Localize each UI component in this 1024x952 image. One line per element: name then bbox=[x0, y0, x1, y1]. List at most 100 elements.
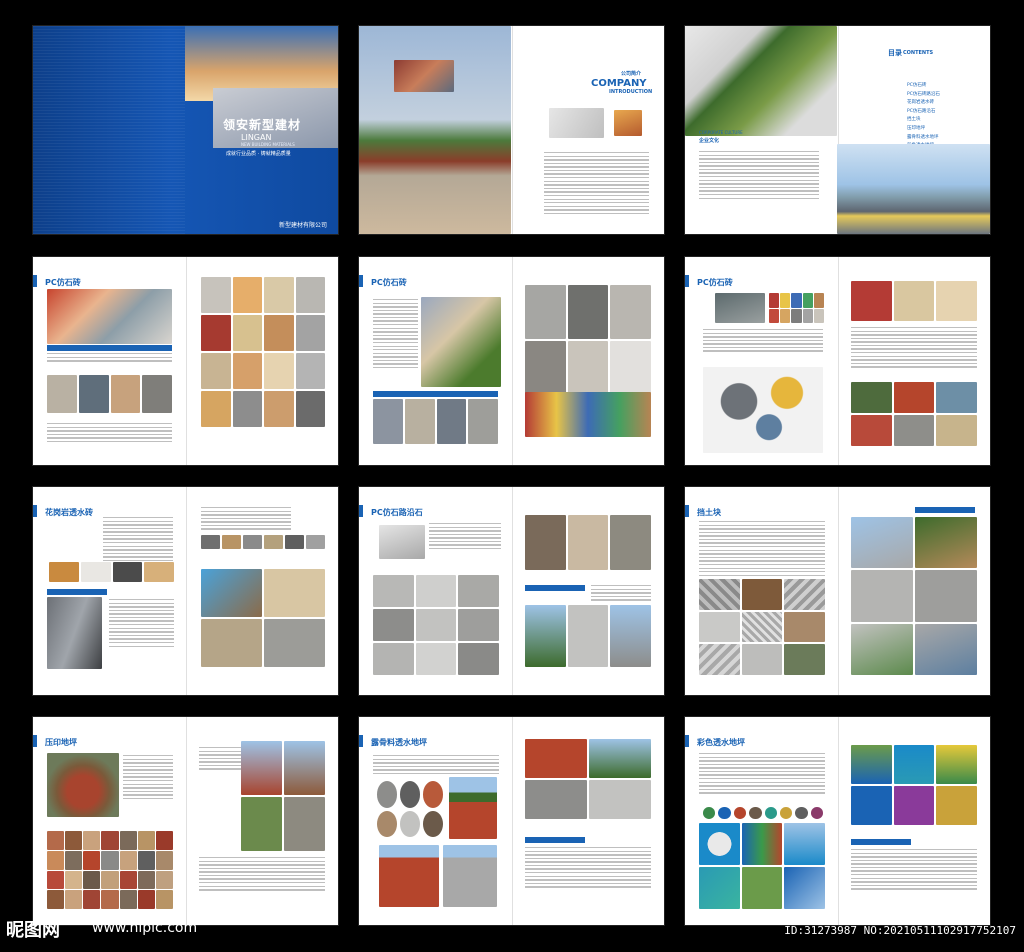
intro-title-1: COMPANY bbox=[591, 78, 647, 89]
paver-blocks-photo bbox=[703, 367, 823, 453]
cover-brand: 领安新型建材 bbox=[223, 118, 302, 132]
spread-pc-stone-1: PC仿石砖 bbox=[33, 257, 338, 465]
cover-page: 领安新型建材 LINGAN NEW BUILDING MATERIALS 成就行… bbox=[33, 26, 338, 234]
paragraph bbox=[123, 755, 173, 802]
curb-photos bbox=[373, 575, 499, 675]
section-title: 挡土块 bbox=[697, 508, 721, 517]
toc-item[interactable]: 花岗岩透水砖 bbox=[907, 99, 940, 105]
paragraph bbox=[109, 599, 174, 649]
cover-slogan: 成就行业品质 · 铸就精品质量 bbox=[226, 151, 291, 157]
spread-pc-stone-2: PC仿石砖 bbox=[359, 257, 664, 465]
paragraph bbox=[47, 423, 172, 444]
toc-item[interactable]: PC仿石砖 bbox=[907, 82, 940, 88]
stamped-scene-photos bbox=[241, 741, 325, 851]
retaining-block-photos bbox=[699, 579, 825, 675]
spread-cover: 领安新型建材 LINGAN NEW BUILDING MATERIALS 成就行… bbox=[33, 26, 338, 234]
color-swatches bbox=[201, 277, 325, 427]
toc-item[interactable]: 压印地坪 bbox=[907, 125, 940, 131]
granite-color-strip bbox=[201, 535, 325, 549]
spread-color-permeable: 彩色透水地坪 bbox=[685, 717, 990, 925]
watermark-logo: 昵图网 bbox=[6, 920, 60, 941]
paragraph bbox=[699, 521, 825, 578]
bridge-photo bbox=[837, 144, 990, 234]
paragraph bbox=[373, 299, 418, 371]
paragraph bbox=[851, 849, 977, 892]
spread-intro: 公司简介 COMPANY INTRODUCTION bbox=[359, 26, 664, 234]
intro-title-2: INTRODUCTION bbox=[609, 89, 653, 95]
colorful-road-photos bbox=[851, 745, 977, 825]
section-title: PC仿石砖 bbox=[697, 278, 733, 287]
intro-bricks-photo-2 bbox=[614, 110, 642, 136]
color-dots bbox=[703, 807, 823, 819]
spread-exposed-aggregate: 露骨料透水地坪 bbox=[359, 717, 664, 925]
cover-subtitle-en: NEW BUILDING MATERIALS bbox=[241, 142, 295, 147]
paragraph bbox=[851, 327, 977, 370]
paragraph bbox=[199, 857, 325, 893]
stamped-plaza-photo bbox=[47, 753, 119, 817]
brick-color-grid bbox=[769, 293, 824, 323]
retaining-site-photos bbox=[851, 517, 977, 675]
curb-road-photos bbox=[525, 605, 651, 667]
paragraph bbox=[47, 353, 172, 364]
paragraph bbox=[591, 585, 651, 603]
paver-photo bbox=[421, 297, 501, 387]
section-title: 彩色透水地坪 bbox=[697, 738, 745, 747]
paragraph bbox=[703, 329, 823, 354]
paragraph bbox=[699, 753, 825, 796]
toc-item[interactable]: PC仿石路沿石 bbox=[907, 108, 940, 114]
toc-title: 目录 bbox=[888, 49, 902, 57]
cover-name-en: LINGAN bbox=[241, 133, 272, 142]
toc-item[interactable]: PC仿石砖路沿石 bbox=[907, 91, 940, 97]
spread-stamped: 压印地坪 bbox=[33, 717, 338, 925]
section-title: 压印地坪 bbox=[45, 738, 77, 747]
section-title: 露骨料透水地坪 bbox=[371, 738, 427, 747]
granite-path-photo bbox=[47, 597, 102, 669]
intro-paragraph bbox=[544, 152, 649, 216]
gray-road-photo bbox=[443, 845, 497, 907]
aggregate-photos bbox=[525, 739, 651, 819]
section-title: PC仿石砖 bbox=[371, 278, 407, 287]
aggregate-swatches bbox=[377, 781, 443, 837]
colorful-stack-photo bbox=[525, 392, 651, 437]
stamped-pattern-grid bbox=[47, 831, 173, 909]
spread-granite: 花岗岩透水砖 bbox=[33, 487, 338, 695]
spread-curb: PC仿石路沿石 bbox=[359, 487, 664, 695]
paragraph bbox=[429, 523, 501, 552]
toc-item[interactable]: 挡土块 bbox=[907, 116, 940, 122]
paragraph bbox=[103, 517, 173, 564]
watermark-id: ID:31273987 NO:20210511102917752107 bbox=[784, 924, 1016, 937]
toc-title-en: CONTENTS bbox=[903, 50, 934, 56]
culture-title: 企业文化 bbox=[699, 138, 720, 144]
plaza-photo bbox=[685, 26, 837, 136]
curb-stone-photo bbox=[379, 525, 425, 559]
section-title: 花岗岩透水砖 bbox=[45, 508, 93, 517]
cover-company: 新型建材有限公司 bbox=[279, 222, 328, 229]
tile-photos bbox=[47, 375, 172, 413]
paver-photos bbox=[373, 399, 498, 444]
watermark-url[interactable]: www.nipic.com bbox=[92, 920, 197, 936]
red-path-photo bbox=[449, 777, 497, 839]
sample-photos bbox=[851, 281, 977, 321]
intro-tag: 公司简介 bbox=[621, 71, 642, 77]
brick-photo bbox=[715, 293, 765, 323]
tile-floor-photo bbox=[47, 289, 172, 344]
granite-samples bbox=[49, 562, 174, 582]
red-road-photo bbox=[379, 845, 439, 907]
spread-retaining: 挡土块 bbox=[685, 487, 990, 695]
section-title: PC仿石路沿石 bbox=[371, 508, 423, 517]
toc-item[interactable]: 露骨料透水地坪 bbox=[907, 134, 940, 140]
spread-pc-stone-3: PC仿石砖 bbox=[685, 257, 990, 465]
curb-site-photos bbox=[525, 515, 651, 570]
granite-scene-photos bbox=[201, 569, 325, 667]
culture-paragraph bbox=[699, 151, 819, 201]
stone-photos bbox=[525, 285, 651, 395]
paragraph bbox=[525, 847, 651, 890]
cover-texture bbox=[33, 26, 185, 234]
city-street-photo bbox=[359, 26, 511, 234]
spread-contents: CORPORATE CULTURE 企业文化 目录 CONTENTS PC仿石砖… bbox=[685, 26, 990, 234]
tile-sample-photo bbox=[394, 60, 454, 92]
colorful-track-photos bbox=[699, 823, 825, 909]
paragraph bbox=[201, 507, 291, 532]
section-title: PC仿石砖 bbox=[45, 278, 81, 287]
culture-en: CORPORATE CULTURE bbox=[699, 130, 743, 135]
